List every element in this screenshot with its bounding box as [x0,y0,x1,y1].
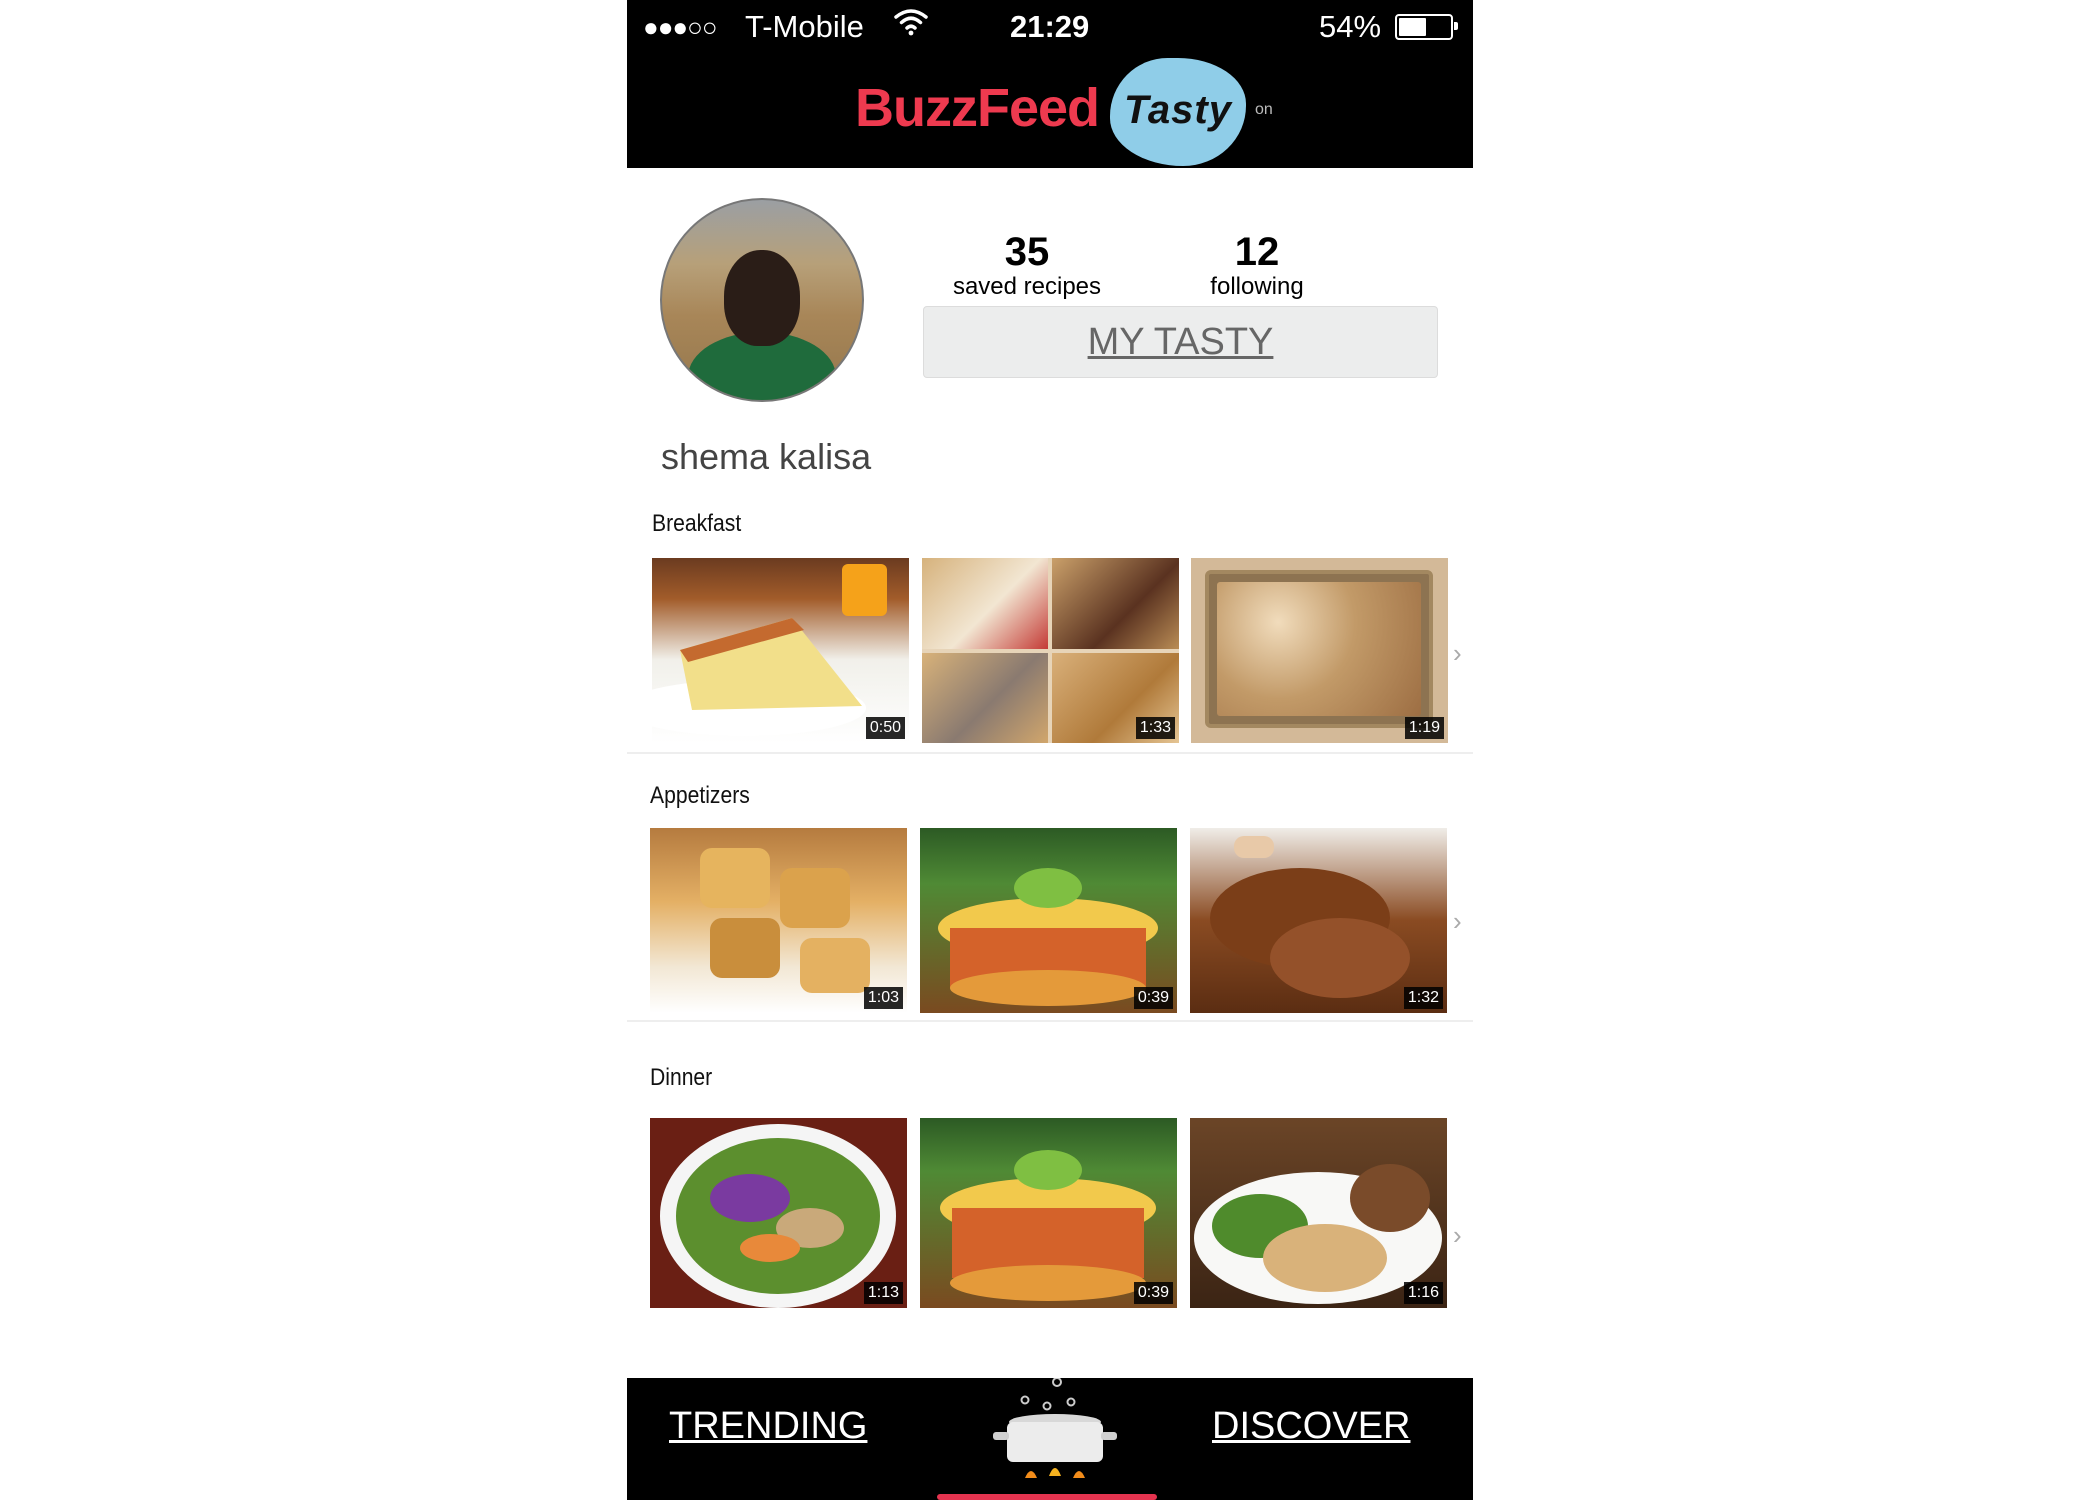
clock: 21:29 [1010,9,1090,44]
status-bar: ●●●○○ T-Mobile 21:29 54% [627,0,1473,50]
recipe-card[interactable]: 0:39 [920,828,1177,1013]
video-duration: 1:32 [1403,987,1443,1009]
recipe-card[interactable]: 1:03 [650,828,907,1013]
trending-tab[interactable]: TRENDING [669,1405,867,1448]
active-tab-indicator [937,1494,1157,1500]
saved-recipes-label: saved recipes [952,273,1102,300]
recipe-card[interactable]: 0:39 [920,1118,1177,1308]
saved-recipes-stat[interactable]: 35 saved recipes [937,230,1117,300]
video-duration: 1:33 [1135,717,1175,739]
profile-username: shema kalisa [661,436,872,477]
signal-strength-icon: ●●●○○ [643,12,718,42]
video-duration: 1:13 [863,1282,903,1304]
bottom-nav: TRENDING DISCOVER [627,1377,1473,1500]
avatar[interactable] [660,198,864,402]
recipe-card[interactable]: 1:13 [650,1118,907,1308]
tasty-logo-text: Tasty [1123,88,1232,132]
cooking-pot-icon[interactable] [985,1377,1125,1500]
recipe-card[interactable]: 1:33 [922,558,1179,743]
chevron-right-icon[interactable]: › [1453,1220,1462,1251]
section-divider [627,1020,1473,1022]
video-duration: 0:39 [1133,987,1173,1009]
saved-recipes-count: 35 [1004,230,1050,274]
recipe-card[interactable]: 1:16 [1190,1118,1447,1308]
battery-icon [1395,14,1458,40]
app-header: BuzzFeed Tasty on [627,50,1473,168]
recipe-card[interactable]: 1:32 [1190,828,1447,1013]
chevron-right-icon[interactable]: › [1453,906,1462,937]
following-stat[interactable]: 12 following [1167,230,1347,300]
section-title-dinner: Dinner [650,1064,713,1091]
following-label: following [1210,273,1304,300]
wifi-icon [893,4,929,48]
buzzfeed-logo: BuzzFeed [855,78,1100,138]
video-duration: 1:16 [1403,1282,1443,1304]
video-duration: 1:19 [1404,717,1444,739]
video-duration: 1:03 [863,987,903,1009]
recipe-card[interactable]: 1:19 [1191,558,1448,743]
following-count: 12 [1234,230,1280,274]
header-on-text: on [1255,101,1273,118]
discover-tab[interactable]: DISCOVER [1212,1405,1410,1448]
video-duration: 0:50 [865,717,905,739]
chevron-right-icon[interactable]: › [1453,638,1462,669]
carrier-name: T-Mobile [745,9,864,44]
battery-percentage: 54% [1319,9,1382,44]
tasty-logo: Tasty [1110,58,1246,166]
section-title-appetizers: Appetizers [650,782,750,809]
phone-screen: ●●●○○ T-Mobile 21:29 54% BuzzFeed Tasty … [627,0,1473,1500]
recipe-card[interactable]: 0:50 [652,558,909,743]
my-tasty-button[interactable]: MY TASTY [923,306,1438,378]
section-title-breakfast: Breakfast [652,510,742,537]
video-duration: 0:39 [1133,1282,1173,1304]
section-divider [627,752,1473,754]
